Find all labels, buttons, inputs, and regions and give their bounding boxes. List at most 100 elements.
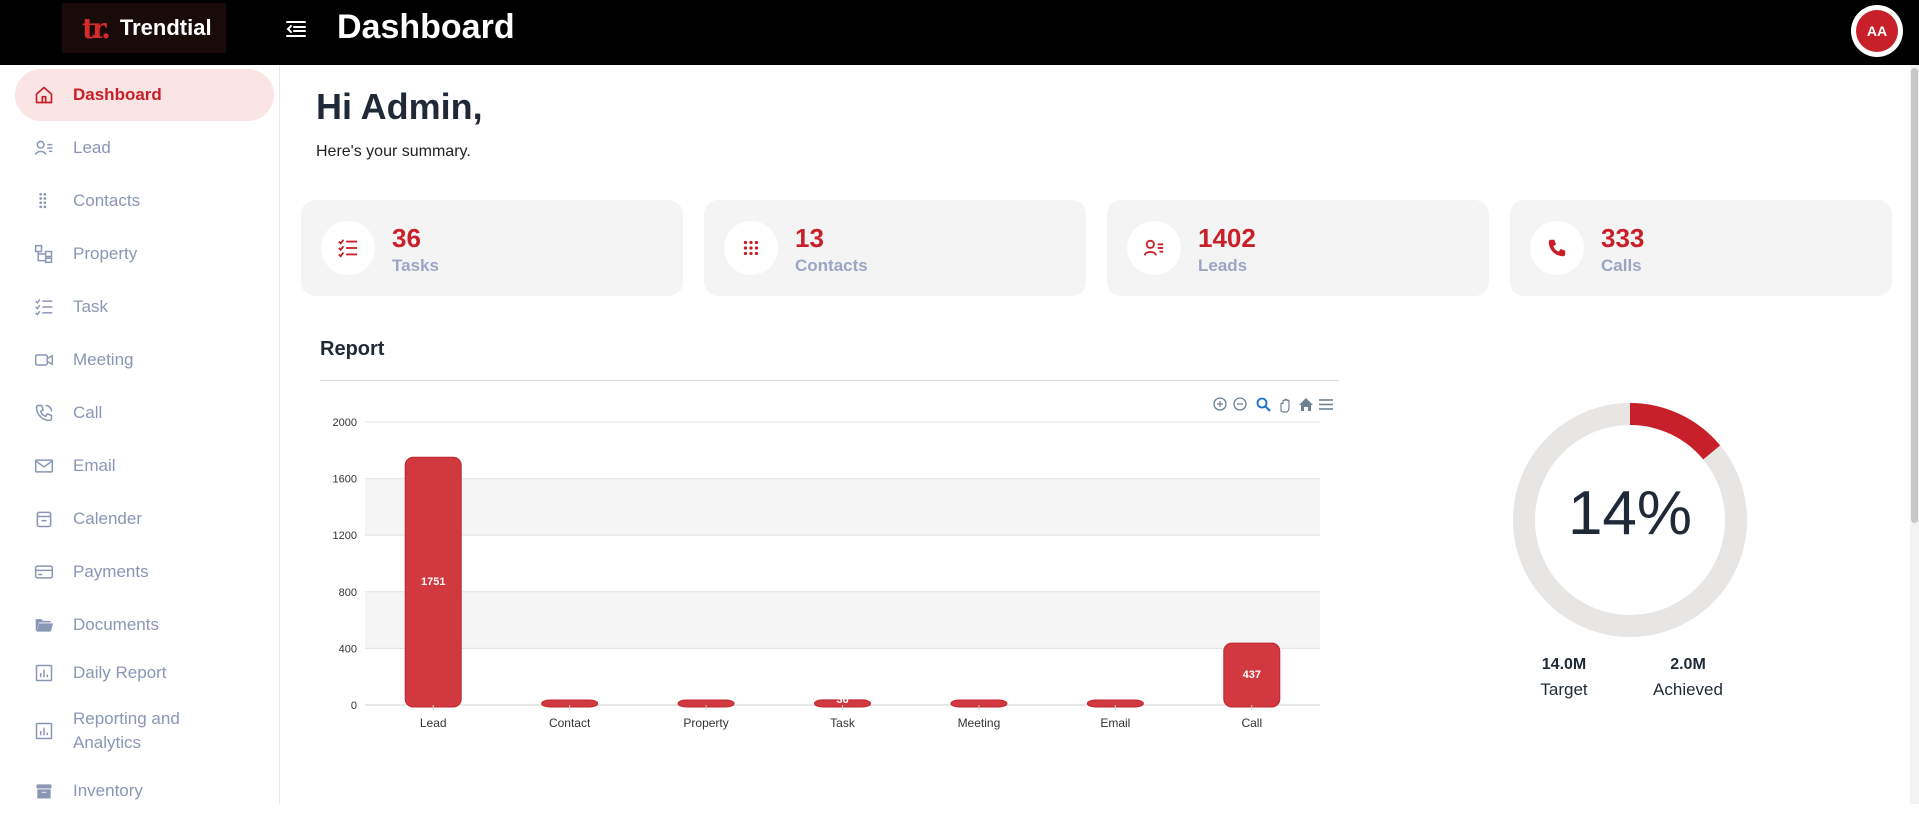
x-tick-label: Contact [549,716,591,730]
sidebar-item-label: Calender [73,509,142,528]
sidebar-item-label: Inventory [73,781,143,800]
daily-report-icon [33,662,55,684]
home-icon [33,84,55,106]
sidebar-item-label: Daily Report [73,663,167,682]
card-label: Leads [1198,256,1248,275]
sidebar-item-payments[interactable]: Payments [15,546,274,598]
y-tick-label: 800 [339,587,357,599]
sidebar-item-label: Call [73,403,103,422]
pan-hand-icon[interactable] [1280,398,1290,413]
zoom-in-icon[interactable] [1213,397,1227,411]
sidebar-item-contacts[interactable]: Contacts [15,175,274,227]
grid-band [365,478,1320,536]
meeting-icon [33,349,55,371]
greeting-subtitle: Here's your summary. [316,143,471,160]
lead-icon [33,137,55,159]
sidebar-item-task[interactable]: Task [15,281,274,333]
sidebar-item-calender[interactable]: Calender [15,493,274,545]
target-label: Target [1540,680,1588,699]
brand-mark: tr. [82,11,111,45]
sidebar-toggle-icon[interactable] [284,17,308,41]
card-value: 36 [392,223,421,253]
sidebar-item-dashboard[interactable]: Dashboard [15,69,274,121]
tasks-icon [321,221,375,275]
sidebar-item-label: Lead [73,138,111,157]
summary-card-leads[interactable]: 1402 Leads [1107,200,1489,296]
sidebar-item-label: Payments [73,562,149,581]
x-tick-label: Meeting [958,716,1001,730]
donut-progress-arc [1629,403,1721,460]
sidebar-item-label: Dashboard [73,85,162,104]
brand-name: Trendtial [119,15,212,40]
y-tick-label: 2000 [333,417,357,429]
grid-band [365,591,1320,649]
y-tick-label: 1600 [333,474,357,486]
card-label: Contacts [795,256,868,275]
brand-logo[interactable]: tr. Trendtial [62,3,226,53]
summary-card-tasks[interactable]: 36 Tasks [301,200,683,296]
report-title: Report [320,338,385,360]
sidebar-item-meeting[interactable]: Meeting [15,334,274,386]
sidebar-item-lead[interactable]: Lead [15,122,274,174]
target-value: 14.0M [1541,656,1587,673]
analytics-icon [33,720,55,742]
x-tick-label: Call [1241,716,1262,730]
sidebar-item-reporting-and-analytics[interactable]: Reporting and Analytics [15,705,274,757]
zoom-selection-icon[interactable] [1256,397,1271,412]
x-tick-label: Lead [420,716,447,730]
contacts-icon [33,190,55,212]
summary-card-calls[interactable]: 333 Calls [1510,200,1892,296]
x-tick-label: Property [683,716,728,730]
sidebar-item-inventory[interactable]: Inventory [15,765,274,817]
achieved-label: Achieved [1653,680,1723,699]
bar-data-label: 437 [1243,669,1261,681]
card-value: 333 [1601,223,1645,253]
sidebar: Dashboard Lead Contacts Property Task Me… [0,65,280,804]
greeting-title: Hi Admin, [316,86,483,127]
y-tick-label: 0 [351,700,357,712]
bar-data-label: 36 [836,694,848,706]
sidebar-item-label: Email [73,456,116,475]
reset-home-icon[interactable] [1299,398,1313,411]
x-tick-label: Task [830,716,856,730]
card-value: 13 [795,223,824,253]
achieved-value: 2.0M [1670,656,1706,673]
sidebar-item-label: Contacts [73,191,141,210]
sidebar-item-label: Reporting and Analytics [73,709,180,752]
bar-data-label: 1751 [421,576,445,588]
avatar[interactable]: AA [1851,5,1903,57]
page-scrollbar-thumb[interactable] [1911,68,1918,523]
payments-icon [33,561,55,583]
y-tick-label: 1200 [333,530,357,542]
sidebar-item-email[interactable]: Email [15,440,274,492]
sidebar-item-label: Property [73,244,138,263]
sidebar-item-call[interactable]: Call [15,387,274,439]
email-icon [33,455,55,477]
sidebar-item-label: Documents [73,615,159,634]
card-label: Calls [1601,256,1642,275]
documents-icon [33,614,55,636]
sidebar-item-label: Meeting [73,350,134,369]
report-divider [320,380,1339,381]
y-tick-label: 400 [339,643,357,655]
card-label: Tasks [392,256,439,275]
calls-icon [1530,221,1584,275]
top-bar: tr. Trendtial Dashboard AA [0,0,1919,65]
sidebar-item-documents[interactable]: Documents [15,599,274,651]
task-icon [33,296,55,318]
avatar-initials: AA [1856,10,1898,52]
sidebar-item-label: Task [73,297,108,316]
contacts-icon [724,221,778,275]
sidebar-item-daily-report[interactable]: Daily Report [15,647,274,699]
summary-card-contacts[interactable]: 13 Contacts [704,200,1086,296]
card-value: 1402 [1198,223,1256,253]
x-tick-label: Email [1100,716,1130,730]
leads-icon [1127,221,1181,275]
goal-percent: 14% [1567,479,1693,548]
inventory-icon [33,780,55,802]
page-title: Dashboard [337,8,515,46]
zoom-out-icon[interactable] [1233,397,1247,411]
menu-icon[interactable] [1319,399,1333,410]
report-bar-chart: 0 400 800 1200 1600 2000 1751 Lead Contact Proper… [333,397,1333,730]
sidebar-item-property[interactable]: Property [15,228,274,280]
